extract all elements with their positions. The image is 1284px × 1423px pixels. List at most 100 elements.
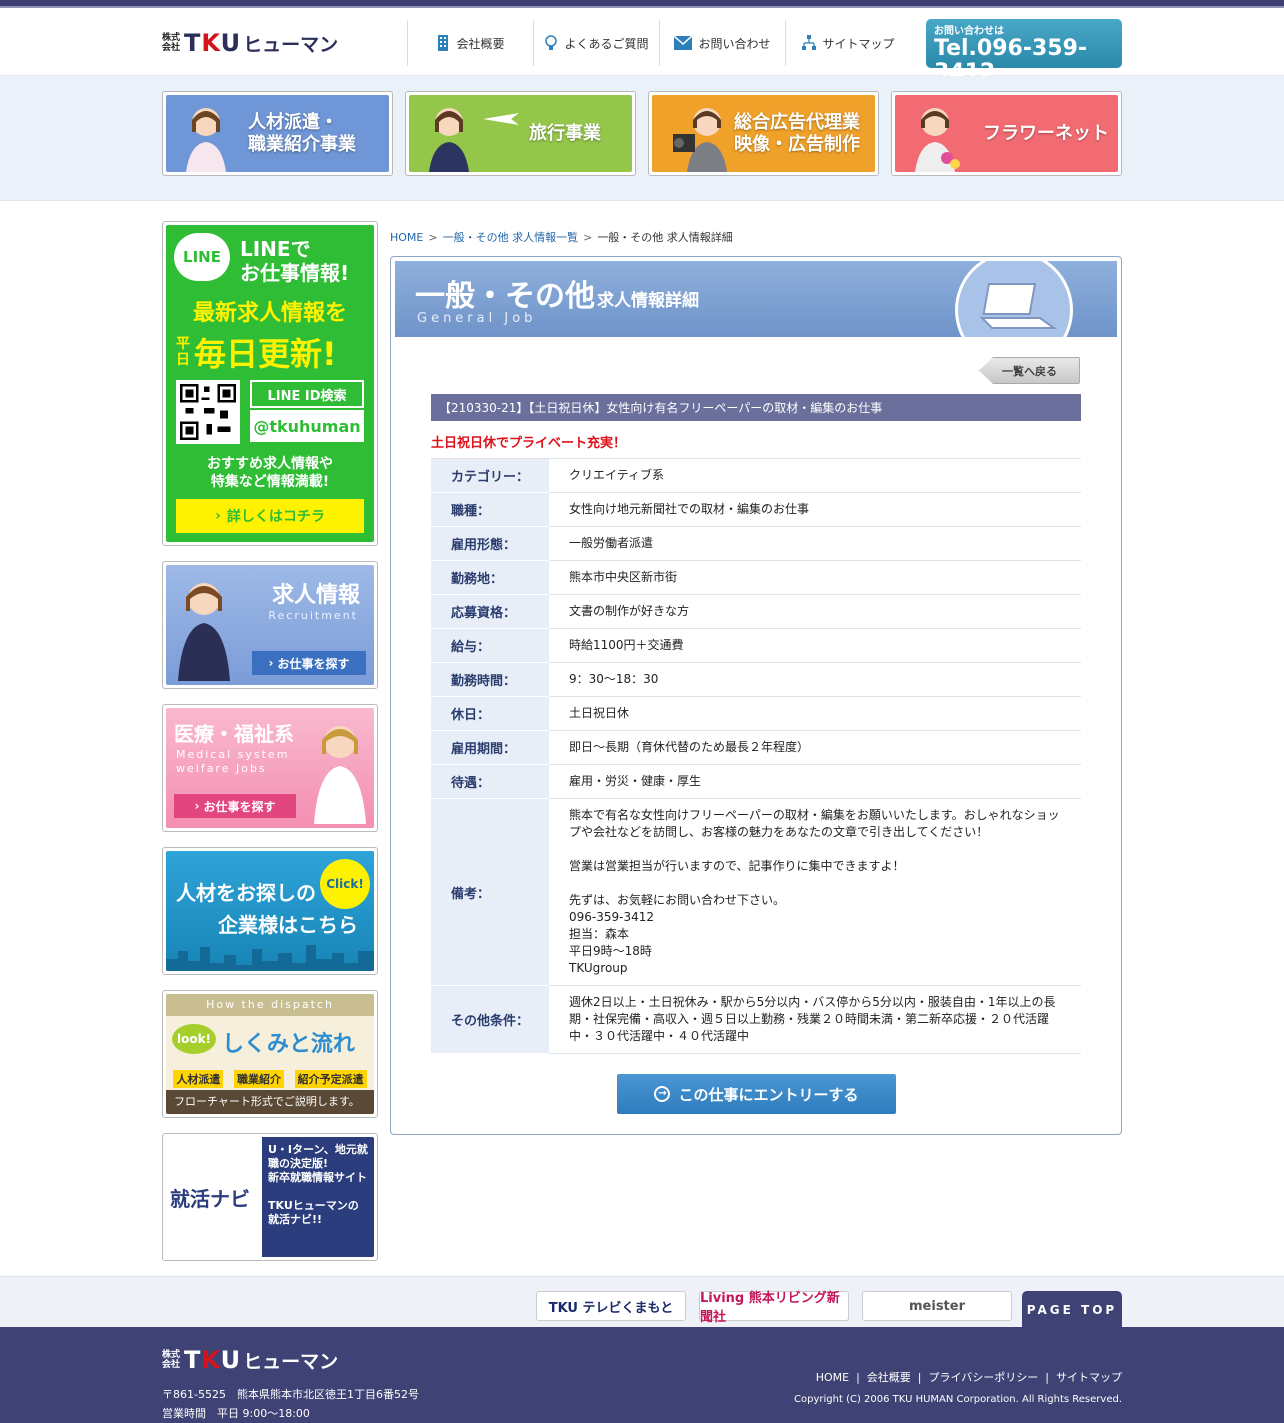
- business-staffing-label: 人材派遣・ 職業紹介事業: [248, 111, 356, 155]
- recruit-banner[interactable]: 求人情報 Recruitment › お仕事を探す: [162, 561, 378, 689]
- business-flower-label: フラワーネット: [983, 122, 1109, 144]
- job-detail-row: 応募資格： 文書の制作が好きな方: [431, 594, 1081, 629]
- top-stripe: [0, 0, 1284, 8]
- tel-box[interactable]: お問い合わせは Tel.096-359-3412: [926, 19, 1122, 85]
- back-to-list-button[interactable]: 一覧へ戻る: [979, 357, 1080, 384]
- medical-cta-button[interactable]: › お仕事を探す: [174, 794, 296, 818]
- medical-banner[interactable]: 医療・福祉系 Medical system welfare Jobs › お仕事を…: [162, 704, 378, 832]
- job-detail-key: 雇用形態：: [431, 526, 549, 561]
- flow-banner[interactable]: How the dispatch look! しくみと流れ 人材派遣 職業紹介 …: [162, 990, 378, 1118]
- breadcrumb-list[interactable]: 一般・その他 求人情報一覧: [443, 231, 579, 244]
- footer-nav-privacy[interactable]: プライバシーポリシー: [929, 1371, 1039, 1384]
- business-flower[interactable]: フラワーネット: [891, 91, 1122, 176]
- job-detail-row: 職種： 女性向け地元新聞社での取材・編集のお仕事: [431, 492, 1081, 527]
- footer-nav-company[interactable]: 会社概要: [867, 1371, 911, 1384]
- global-nav: 会社概要 よくあるご質問 お問い合わせ サイトマップ: [407, 20, 911, 66]
- nav-company-label: 会社概要: [456, 36, 505, 51]
- airplane-icon: [483, 113, 519, 125]
- business-advertising[interactable]: 総合広告代理業 映像・広告制作: [648, 91, 879, 176]
- business-advertising-label: 総合広告代理業 映像・広告制作: [734, 111, 860, 155]
- flow-tag: 人材派遣: [173, 1070, 224, 1088]
- footer-logo[interactable]: 株式会社 TKU ヒューマン: [162, 1346, 339, 1374]
- line-big-prefix: 平日: [176, 336, 190, 368]
- job-detail-panel: 一般・その他 求人情報詳細 General Job 一覧へ戻る 【210330-…: [390, 256, 1122, 1135]
- breadcrumb-current: 一般・その他 求人情報詳細: [597, 231, 733, 244]
- job-detail-key: 勤務時間：: [431, 662, 549, 697]
- line-banner[interactable]: LINE LINEで お仕事情報! 最新求人情報を 平日 毎日更新! LINE …: [162, 221, 378, 546]
- nav-company[interactable]: 会社概要: [407, 20, 533, 66]
- copyright: Copyright (C) 2006 TKU HUMAN Corporation…: [794, 1394, 1122, 1405]
- line-sub: 最新求人情報を: [192, 301, 347, 326]
- lightbulb-icon: [545, 35, 558, 50]
- job-detail-row: 雇用期間： 即日～長期（育休代替のため最長２年程度）: [431, 730, 1081, 765]
- job-detail-key: 給与：: [431, 628, 549, 663]
- footer-link-living[interactable]: Living 熊本リビング新聞社: [699, 1291, 849, 1325]
- qr-code-icon: [176, 380, 240, 444]
- nav-faq[interactable]: よくあるご質問: [533, 20, 659, 66]
- footer-link-tku[interactable]: TKU テレビくまもと: [536, 1291, 686, 1321]
- site-logo[interactable]: 株式会社 TKU ヒューマン: [162, 29, 338, 57]
- job-detail-value: 文書の制作が好きな方: [549, 594, 1081, 629]
- breadcrumb-home[interactable]: HOME: [390, 231, 423, 244]
- footer-nav-sitemap[interactable]: サイトマップ: [1056, 1371, 1122, 1384]
- footer-logo-kaisha: 株式会社: [162, 1350, 181, 1370]
- line-id: @tkuhuman: [250, 410, 364, 442]
- business-staffing[interactable]: 人材派遣・ 職業紹介事業: [162, 91, 393, 176]
- site-footer: 株式会社 TKU ヒューマン 〒861-5525 熊本県熊本市北区徳王1丁目6番…: [0, 1327, 1284, 1423]
- job-detail-key: その他条件：: [431, 985, 549, 1054]
- company-banner[interactable]: 人材をお探しの 企業様はこちら Click!: [162, 847, 378, 975]
- person-illustration-icon: [186, 108, 226, 172]
- entry-button[interactable]: → この仕事にエントリーする: [617, 1074, 896, 1114]
- tel-label: お問い合わせは: [934, 26, 1004, 37]
- nav-contact[interactable]: お問い合わせ: [659, 20, 785, 66]
- job-detail-header: 一般・その他 求人情報詳細 General Job: [395, 261, 1117, 337]
- line-cta-button[interactable]: › 詳しくはコチラ: [176, 499, 364, 533]
- nav-sitemap-label: サイトマップ: [822, 36, 895, 51]
- recruit-title: 求人情報: [271, 583, 360, 608]
- line-cta-label: 詳しくはコチラ: [226, 509, 325, 525]
- navi-banner[interactable]: 就活ナビ U・Iターン、地元就職の決定版! 新卒就職情報サイト TKUヒューマン…: [162, 1133, 378, 1261]
- page-title-en: General Job: [417, 311, 537, 326]
- chevron-right-icon: ›: [215, 508, 221, 524]
- navi-text: U・Iターン、地元就職の決定版! 新卒就職情報サイト TKUヒューマンの 就活ナ…: [262, 1137, 374, 1257]
- recruit-cta-button[interactable]: › お仕事を探す: [252, 651, 366, 675]
- chevron-right-icon: ›: [194, 799, 200, 813]
- flow-tag: 紹介予定派遣: [294, 1070, 367, 1088]
- person-illustration-icon: [915, 108, 960, 172]
- nav-contact-label: お問い合わせ: [698, 36, 771, 51]
- page-top-button[interactable]: PAGE TOP: [1022, 1291, 1122, 1328]
- line-id-label: LINE ID検索: [250, 380, 364, 408]
- footer-address: 〒861-5525 熊本県熊本市北区徳王1丁目6番52号: [162, 1388, 419, 1401]
- line-logo: LINE: [174, 233, 230, 281]
- page-subtitle: 求人情報詳細: [597, 291, 699, 311]
- footer-nav-home[interactable]: HOME: [816, 1371, 849, 1384]
- city-skyline-icon: [166, 945, 374, 971]
- job-detail-value: 即日～長期（育休代替のため最長２年程度）: [549, 730, 1081, 765]
- footer-hours: 営業時間 平日 9:00～18:00: [162, 1407, 310, 1420]
- flow-head: How the dispatch: [166, 994, 374, 1016]
- entry-button-label: この仕事にエントリーする: [678, 1085, 859, 1104]
- recruit-cta-label: お仕事を探す: [277, 656, 350, 671]
- job-title: 【210330-21】【土日祝日休】女性向け有名フリーペーパーの取材・編集のお仕…: [431, 394, 1081, 421]
- flow-tag: 職業紹介: [233, 1070, 284, 1088]
- job-detail-row: 待遇： 雇用・労災・健康・厚生: [431, 764, 1081, 799]
- job-detail-key: 休日：: [431, 696, 549, 731]
- person-illustration-icon: [429, 108, 469, 172]
- sitemap-icon: [802, 35, 817, 50]
- logo-kaisha: 株式会社: [162, 33, 181, 53]
- footer-logo-human: ヒューマン: [243, 1350, 339, 1373]
- job-detail-key: 備考：: [431, 798, 549, 986]
- breadcrumb: HOME > 一般・その他 求人情報一覧 > 一般・その他 求人情報詳細: [390, 231, 733, 244]
- business-travel[interactable]: 旅行事業: [405, 91, 636, 176]
- job-detail-row: カテゴリー： クリエイティブ系: [431, 458, 1081, 493]
- job-detail-row: 勤務地： 熊本市中央区新市街: [431, 560, 1081, 595]
- cameraman-illustration-icon: [673, 108, 727, 172]
- footer-link-meister[interactable]: meister: [862, 1291, 1012, 1321]
- line-title-1: LINEで: [240, 237, 311, 261]
- job-detail-value: 週休2日以上・土日祝休み・駅から5分以内・バス停から5分以内・服装自由・1年以上…: [549, 985, 1081, 1054]
- nav-sitemap[interactable]: サイトマップ: [785, 20, 911, 66]
- job-detail-value: 土日祝日休: [549, 696, 1081, 731]
- medical-title: 医療・福祉系: [174, 722, 294, 746]
- line-desc: おすすめ求人情報や 特集など情報満載!: [207, 456, 333, 490]
- person-illustration-icon: [178, 583, 230, 681]
